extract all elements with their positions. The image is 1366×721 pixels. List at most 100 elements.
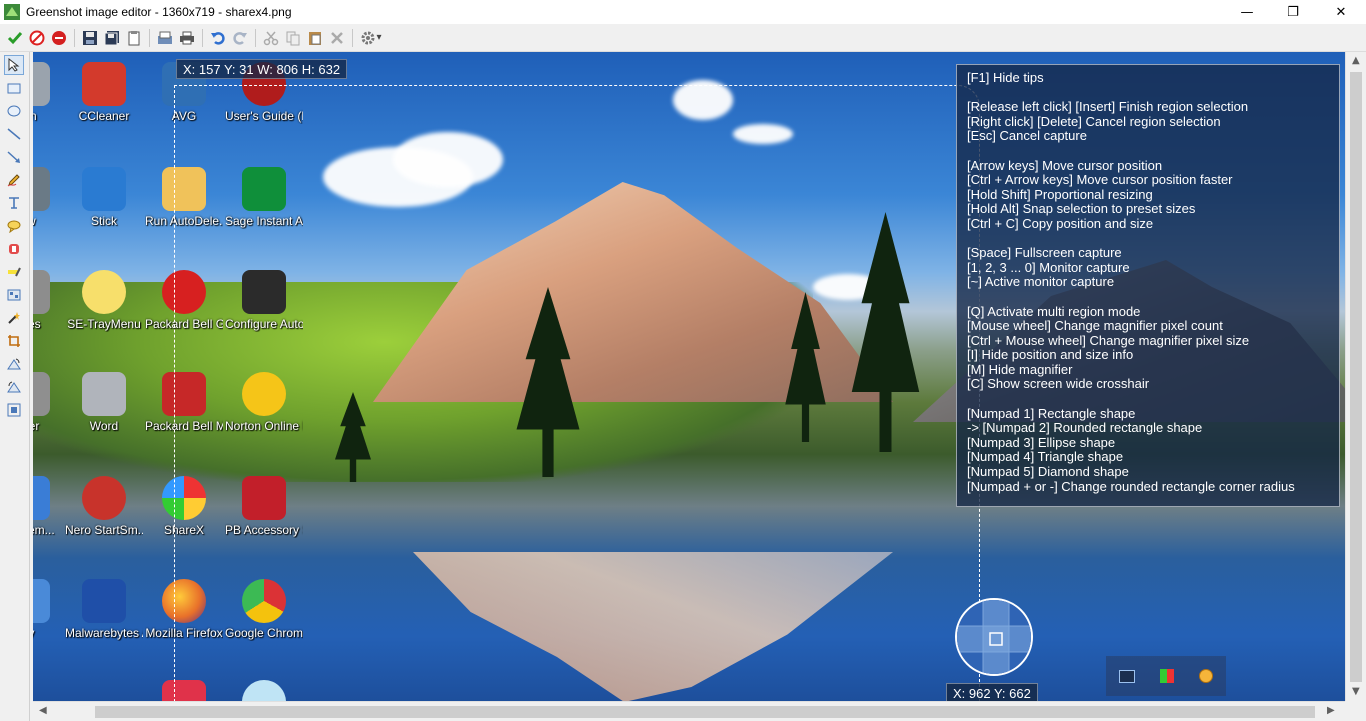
tool-counter[interactable] xyxy=(4,239,24,259)
save-as-button[interactable] xyxy=(101,27,123,49)
redo-button[interactable] xyxy=(229,27,251,49)
desktop-icon[interactable]: ntrol em... xyxy=(33,476,67,538)
toolbar-separator xyxy=(149,28,150,47)
desktop-icon[interactable]: Stick xyxy=(65,167,143,229)
save-button[interactable] xyxy=(79,27,101,49)
tool-resize[interactable] xyxy=(4,400,24,420)
taskbar-tray xyxy=(1106,656,1226,696)
tool-arrow[interactable] xyxy=(4,147,24,167)
vertical-scroll-thumb[interactable] xyxy=(1350,72,1362,682)
folder-icon xyxy=(33,270,50,314)
word-icon xyxy=(82,372,126,416)
tip-line: [Numpad 5] Diamond shape xyxy=(967,464,1129,480)
stop-button[interactable] xyxy=(48,27,70,49)
vertical-scrollbar[interactable]: ▲ ▼ xyxy=(1345,52,1366,701)
horizontal-scrollbar[interactable]: ◀ ▶ xyxy=(33,701,1345,721)
tip-line: [Ctrl + Arrow keys] Move cursor position… xyxy=(967,172,1233,188)
copy-icon xyxy=(286,31,300,45)
desktop-icon-label: Stick xyxy=(90,214,117,228)
desktop-icon-label: CCleaner xyxy=(78,109,130,123)
desktop-icon[interactable]: Files xyxy=(33,270,67,332)
close-editor-button[interactable] xyxy=(26,27,48,49)
tool-line[interactable] xyxy=(4,124,24,144)
app-tray-icon[interactable] xyxy=(1159,669,1174,683)
tool-highlight[interactable] xyxy=(4,262,24,282)
scroll-up-icon[interactable]: ▲ xyxy=(1352,55,1360,66)
minimize-icon: — xyxy=(1240,4,1254,20)
email-button[interactable] xyxy=(154,27,176,49)
tool-rotate-counterclockwise[interactable] xyxy=(4,377,24,397)
delete-icon xyxy=(331,31,343,44)
desktop-icon[interactable]: ew xyxy=(33,167,67,229)
email-icon xyxy=(158,31,172,44)
undo-button[interactable] xyxy=(207,27,229,49)
desktop-icon[interactable]: CCleaner xyxy=(65,62,143,124)
desktop-icon[interactable]: hy xyxy=(33,579,67,641)
tip-line: [Space] Fullscreen capture xyxy=(967,245,1122,261)
desktop-icon-label: Malwarebytes Anti-Malware xyxy=(65,626,143,640)
desktop-icon[interactable]: Word xyxy=(65,372,143,434)
tip-line: [Hold Shift] Proportional resizing xyxy=(967,186,1153,202)
disc-icon[interactable] xyxy=(1199,669,1214,683)
scroll-left-icon[interactable]: ◀ xyxy=(39,705,47,716)
paste-button[interactable] xyxy=(304,27,326,49)
tool-speech-bubble[interactable] xyxy=(4,216,24,236)
tip-line: -> [Numpad 2] Rounded rectangle shape xyxy=(967,420,1203,436)
copy-to-clipboard-button[interactable] xyxy=(123,27,145,49)
toolbar-separator xyxy=(255,28,256,47)
tip-line: [Numpad 4] Triangle shape xyxy=(967,449,1124,465)
tip-line: [Numpad 3] Ellipse shape xyxy=(967,434,1116,450)
settings-dropdown-button[interactable]: ▾ xyxy=(357,27,385,49)
tip-line: [Mouse wheel] Change magnifier pixel cou… xyxy=(967,318,1223,334)
tool-freehand[interactable] xyxy=(4,170,24,190)
tip-spacer xyxy=(967,290,1339,305)
desktop-icon[interactable]: Bin xyxy=(33,62,67,124)
scroll-right-icon[interactable]: ▶ xyxy=(1327,705,1335,716)
cut-button[interactable] xyxy=(260,27,282,49)
print-button[interactable] xyxy=(176,27,198,49)
scroll-down-icon[interactable]: ▼ xyxy=(1352,686,1360,697)
desktop-icon-label: Nero StartSm... xyxy=(65,523,143,537)
redo-icon xyxy=(233,31,247,45)
confirm-button[interactable] xyxy=(4,27,26,49)
maximize-button[interactable]: ❐ xyxy=(1270,0,1316,24)
tip-line: [1, 2, 3 ... 0] Monitor capture xyxy=(967,259,1130,275)
tip-line: [F1] Hide tips xyxy=(967,70,1044,85)
monitor-icon[interactable] xyxy=(1118,669,1135,683)
horizontal-scroll-thumb[interactable] xyxy=(95,706,1315,718)
tool-obfuscate[interactable] xyxy=(4,285,24,305)
minimize-button[interactable]: — xyxy=(1224,0,1270,24)
desktop-icon[interactable]: Malwarebytes Anti-Malware xyxy=(65,579,143,641)
region-selection[interactable] xyxy=(174,85,980,701)
copy-button[interactable] xyxy=(282,27,304,49)
image-canvas[interactable]: Bin CCleaner AVG User's Guide (Packard B… xyxy=(33,52,1345,701)
tool-ellipse[interactable] xyxy=(4,101,24,121)
ellipse-icon xyxy=(7,105,21,117)
counter-icon xyxy=(9,244,19,254)
restore-icon: ❐ xyxy=(1287,4,1299,20)
desktop-icon[interactable]: SE-TrayMenu xyxy=(65,270,143,332)
tool-crop[interactable] xyxy=(4,331,24,351)
tip-line: [Right click] [Delete] Cancel region sel… xyxy=(967,113,1221,129)
desktop-icon-label: aller xyxy=(33,419,40,433)
magnifier xyxy=(955,598,1033,676)
tool-text[interactable] xyxy=(4,193,24,213)
title-bar: Greenshot image editor - 1360x719 - shar… xyxy=(0,0,1366,24)
malwarebytes-icon xyxy=(82,579,126,623)
cursor-position-info: X: 962 Y: 662 xyxy=(946,683,1038,701)
tool-cursor[interactable] xyxy=(4,55,24,75)
print-icon xyxy=(180,31,194,44)
rectangle-icon xyxy=(7,83,21,94)
delete-button[interactable] xyxy=(326,27,348,49)
tip-line: [Ctrl + C] Copy position and size xyxy=(967,215,1154,231)
desktop-icon[interactable]: aller xyxy=(33,372,67,434)
tool-rectangle[interactable] xyxy=(4,78,24,98)
tool-effects[interactable] xyxy=(4,308,24,328)
tool-rotate-clockwise[interactable] xyxy=(4,354,24,374)
tip-spacer xyxy=(967,392,1339,407)
chevron-down-icon: ▾ xyxy=(376,32,382,43)
close-button[interactable]: ✕ xyxy=(1318,0,1364,24)
text-icon xyxy=(9,197,19,209)
desktop-icon[interactable]: Nero StartSm... xyxy=(65,476,143,538)
tip-spacer xyxy=(967,232,1339,247)
